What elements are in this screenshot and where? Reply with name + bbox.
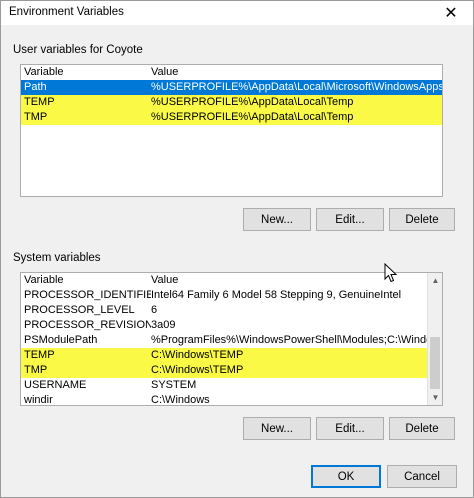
column-header-value[interactable]: Value xyxy=(151,65,442,80)
table-row[interactable]: USERNAME SYSTEM xyxy=(21,378,442,393)
variable-value: C:\Windows\TEMP xyxy=(151,349,244,361)
variable-name: PROCESSOR_IDENTIFIER xyxy=(24,289,151,301)
user-delete-button[interactable]: Delete xyxy=(389,208,455,231)
close-icon: ✕ xyxy=(444,5,458,22)
user-edit-button[interactable]: Edit... xyxy=(316,208,384,231)
variable-name: TEMP xyxy=(24,96,55,108)
system-edit-button[interactable]: Edit... xyxy=(316,417,384,440)
user-variables-label: User variables for Coyote xyxy=(13,44,143,56)
system-variables-list[interactable]: Variable Value PROCESSOR_IDENTIFIER Intel… xyxy=(20,272,443,406)
scroll-up-icon[interactable]: ▲ xyxy=(428,273,443,288)
variable-value: 6 xyxy=(151,304,158,316)
environment-variables-dialog: Environment Variables ✕ User variables f… xyxy=(0,0,474,498)
scroll-thumb[interactable] xyxy=(430,337,440,389)
column-header-variable[interactable]: Variable xyxy=(21,273,151,288)
table-row[interactable]: TEMP C:\Windows\TEMP xyxy=(21,348,442,363)
variable-name: PROCESSOR_REVISION xyxy=(24,319,151,331)
table-row[interactable]: TMP C:\Windows\TEMP xyxy=(21,363,442,378)
variable-name: TMP xyxy=(24,364,48,376)
variable-value: %USERPROFILE%\AppData\Local\Temp xyxy=(151,96,354,108)
system-variables-scrollbar[interactable]: ▲ ▼ xyxy=(427,273,442,405)
system-variables-label: System variables xyxy=(13,252,101,264)
variable-name: PSModulePath xyxy=(24,334,98,346)
user-variables-list[interactable]: Variable Value Path %USERPROFILE%\AppData… xyxy=(20,64,443,197)
close-button[interactable]: ✕ xyxy=(429,1,473,25)
variable-value: C:\Windows xyxy=(151,394,210,406)
variable-value: %USERPROFILE%\AppData\Local\Temp xyxy=(151,111,354,123)
table-row[interactable]: windir C:\Windows xyxy=(21,393,442,408)
variable-name: Path xyxy=(24,81,47,93)
table-row[interactable]: PROCESSOR_LEVEL 6 xyxy=(21,303,442,318)
table-row[interactable]: PROCESSOR_REVISION 3a09 xyxy=(21,318,442,333)
table-row[interactable]: PROCESSOR_IDENTIFIER Intel64 Family 6 Mod… xyxy=(21,288,442,303)
column-header-value[interactable]: Value xyxy=(151,273,442,288)
ok-button[interactable]: OK xyxy=(311,465,381,488)
table-row[interactable]: PSModulePath %ProgramFiles%\WindowsPowerS… xyxy=(21,333,442,348)
cancel-button[interactable]: Cancel xyxy=(387,465,457,488)
table-row[interactable]: Path %USERPROFILE%\AppData\Local\Microsof… xyxy=(21,80,442,95)
table-row[interactable]: TMP %USERPROFILE%\AppData\Local\Temp xyxy=(21,110,442,125)
variable-name: TMP xyxy=(24,111,48,123)
variable-name: TEMP xyxy=(24,349,55,361)
variable-value: SYSTEM xyxy=(151,379,197,391)
variable-value: Intel64 Family 6 Model 58 Stepping 9, Ge… xyxy=(151,289,402,301)
scroll-down-icon[interactable]: ▼ xyxy=(428,390,443,405)
system-variables-header: Variable Value xyxy=(21,273,442,288)
variable-value: %ProgramFiles%\WindowsPowerShell\Modules… xyxy=(151,334,442,346)
variable-value: 3a09 xyxy=(151,319,176,331)
variable-value: C:\Windows\TEMP xyxy=(151,364,244,376)
title-bar[interactable]: Environment Variables ✕ xyxy=(1,1,473,25)
system-delete-button[interactable]: Delete xyxy=(389,417,455,440)
mouse-pointer-icon xyxy=(384,263,398,283)
system-new-button[interactable]: New... xyxy=(243,417,311,440)
column-header-variable[interactable]: Variable xyxy=(21,65,151,80)
variable-name: PROCESSOR_LEVEL xyxy=(24,304,135,316)
window-title: Environment Variables xyxy=(9,6,124,18)
table-row[interactable]: TEMP %USERPROFILE%\AppData\Local\Temp xyxy=(21,95,442,110)
variable-value: %USERPROFILE%\AppData\Local\Microsoft\Wi… xyxy=(151,81,442,93)
user-new-button[interactable]: New... xyxy=(243,208,311,231)
variable-name: windir xyxy=(24,394,53,406)
variable-name: USERNAME xyxy=(24,379,87,391)
user-variables-header: Variable Value xyxy=(21,65,442,80)
